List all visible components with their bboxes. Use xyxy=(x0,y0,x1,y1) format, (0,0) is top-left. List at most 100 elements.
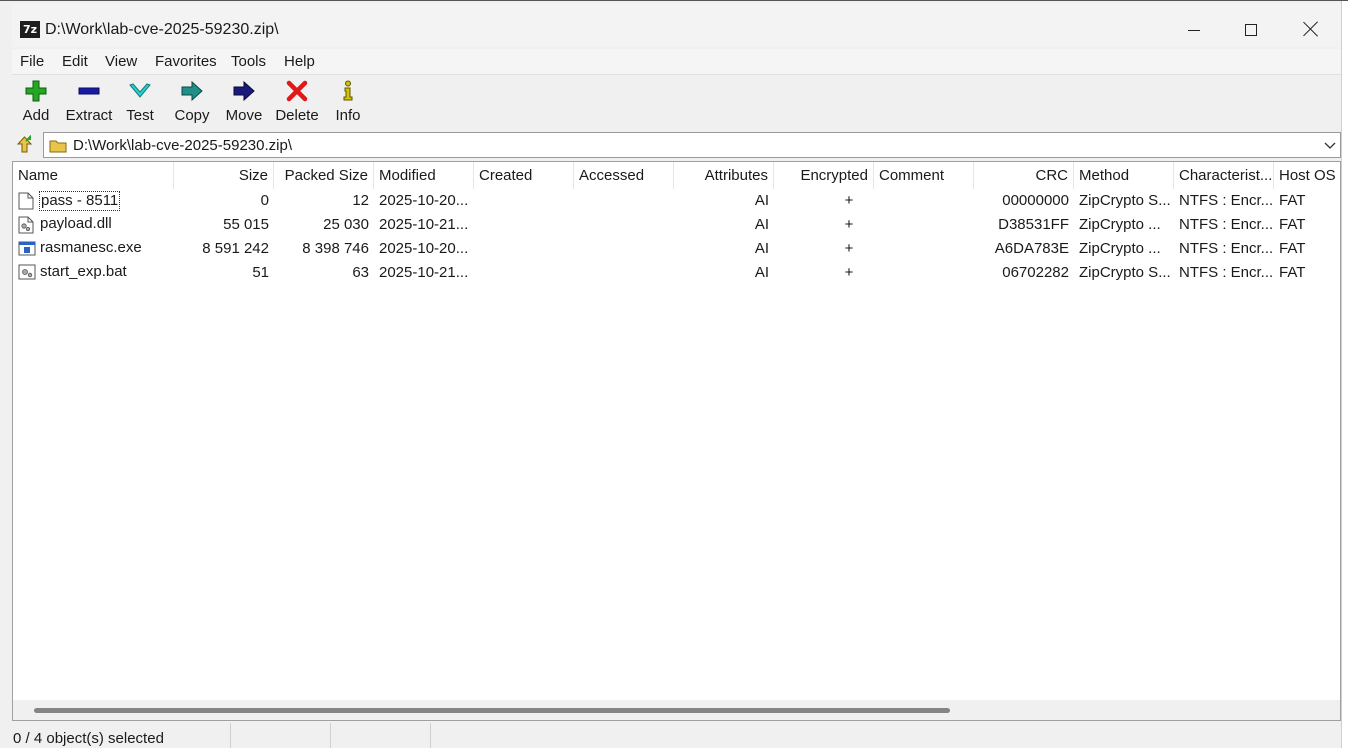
attributes-cell: AI xyxy=(754,264,769,281)
col-method[interactable]: Method xyxy=(1074,162,1174,189)
modified-cell: 2025-10-20... xyxy=(379,240,469,257)
table-row[interactable]: start_exp.bat 51 63 2025-10-21... AI + 0… xyxy=(13,261,1340,285)
chevron-down-icon[interactable] xyxy=(1323,137,1337,153)
minimize-button[interactable] xyxy=(1174,15,1214,45)
created-cell xyxy=(474,261,574,285)
horizontal-scrollbar[interactable] xyxy=(13,700,1340,720)
text-file-icon xyxy=(18,192,34,210)
info-label: Info xyxy=(335,107,361,124)
delete-button[interactable]: Delete xyxy=(272,75,322,129)
copy-button[interactable]: Copy xyxy=(171,75,213,129)
table-row[interactable]: rasmanesc.exe 8 591 242 8 398 746 2025-1… xyxy=(13,237,1340,261)
menu-favorites[interactable]: Favorites xyxy=(155,53,217,70)
7zip-app-icon: 7z xyxy=(20,21,40,38)
host-os-cell: FAT xyxy=(1279,240,1306,257)
extract-label: Extract xyxy=(65,107,113,124)
menu-help[interactable]: Help xyxy=(284,53,315,70)
col-packed-size[interactable]: Packed Size xyxy=(274,162,374,189)
test-button[interactable]: Test xyxy=(122,75,158,129)
characteristics-cell: NTFS : Encr... xyxy=(1179,192,1274,209)
col-comment[interactable]: Comment xyxy=(874,162,974,189)
file-name: payload.dll xyxy=(40,215,112,232)
delete-label: Delete xyxy=(275,107,319,124)
comment-cell xyxy=(874,213,974,237)
size-cell: 8 591 242 xyxy=(202,240,269,257)
accessed-cell xyxy=(574,213,674,237)
col-attributes[interactable]: Attributes xyxy=(674,162,774,189)
minus-icon xyxy=(78,87,100,95)
maximize-button[interactable] xyxy=(1231,15,1271,45)
path-value: D:\Work\lab-cve-2025-59230.zip\ xyxy=(73,137,292,154)
attributes-cell: AI xyxy=(754,192,769,209)
window-title: D:\Work\lab-cve-2025-59230.zip\ xyxy=(45,21,279,38)
menu-edit[interactable]: Edit xyxy=(62,53,88,70)
method-cell: ZipCrypto ... xyxy=(1079,240,1161,257)
name-cell: pass - 8511 xyxy=(13,189,174,213)
characteristics-cell: NTFS : Encr... xyxy=(1179,264,1274,281)
status-section-packed xyxy=(331,723,431,748)
up-folder-icon[interactable] xyxy=(15,135,35,155)
scrollbar-thumb[interactable] xyxy=(34,708,950,713)
accessed-cell xyxy=(574,189,674,213)
col-modified[interactable]: Modified xyxy=(374,162,474,189)
col-accessed[interactable]: Accessed xyxy=(574,162,674,189)
close-button[interactable] xyxy=(1291,15,1331,45)
toolbar: Add Extract Test Copy Move Delete Info xyxy=(12,74,1341,130)
info-button[interactable]: Info xyxy=(332,75,364,129)
modified-cell: 2025-10-21... xyxy=(379,264,469,281)
path-input[interactable]: D:\Work\lab-cve-2025-59230.zip\ xyxy=(43,132,1341,158)
col-encrypted[interactable]: Encrypted xyxy=(774,162,874,189)
file-name: start_exp.bat xyxy=(40,263,127,280)
accessed-cell xyxy=(574,237,674,261)
check-icon xyxy=(129,83,151,98)
extract-button[interactable]: Extract xyxy=(63,75,115,129)
crc-cell: 06702282 xyxy=(1002,264,1069,281)
folder-icon xyxy=(49,140,67,153)
name-cell: start_exp.bat xyxy=(13,261,174,285)
background-strip xyxy=(1341,1,1348,748)
archive-window: 7z D:\Work\lab-cve-2025-59230.zip\ File … xyxy=(0,0,1348,748)
packed-size-cell: 25 030 xyxy=(323,216,369,233)
file-name: rasmanesc.exe xyxy=(40,239,142,256)
menu-tools[interactable]: Tools xyxy=(231,53,266,70)
col-host-os[interactable]: Host OS xyxy=(1274,162,1340,189)
menu-file[interactable]: File xyxy=(20,53,44,70)
move-arrow-icon xyxy=(233,80,255,102)
packed-size-cell: 12 xyxy=(352,192,369,209)
col-size[interactable]: Size xyxy=(174,162,274,189)
test-label: Test xyxy=(126,107,154,124)
modified-cell: 2025-10-21... xyxy=(379,216,469,233)
table-row[interactable]: pass - 8511 0 12 2025-10-20... AI + 0000… xyxy=(13,189,1340,213)
info-icon xyxy=(343,80,353,101)
modified-cell: 2025-10-20... xyxy=(379,192,469,209)
status-bar: 0 / 4 object(s) selected xyxy=(12,723,1341,748)
copy-arrow-icon xyxy=(181,80,203,102)
status-text: 0 / 4 object(s) selected xyxy=(13,730,164,747)
comment-cell xyxy=(874,189,974,213)
bat-file-icon xyxy=(18,264,36,280)
menu-bar: File Edit View Favorites Tools Help xyxy=(12,49,1341,74)
title-bar[interactable]: 7z D:\Work\lab-cve-2025-59230.zip\ xyxy=(12,3,1341,47)
add-button[interactable]: Add xyxy=(16,75,56,129)
copy-label: Copy xyxy=(174,107,210,124)
file-list[interactable]: Name Size Packed Size Modified Created A… xyxy=(12,161,1341,721)
crc-cell: 00000000 xyxy=(1002,192,1069,209)
attributes-cell: AI xyxy=(754,216,769,233)
plus-icon xyxy=(25,80,47,102)
col-name[interactable]: Name xyxy=(13,162,174,189)
crc-cell: D38531FF xyxy=(998,216,1069,233)
close-icon xyxy=(1303,21,1319,37)
move-button[interactable]: Move xyxy=(223,75,265,129)
table-row[interactable]: payload.dll 55 015 25 030 2025-10-21... … xyxy=(13,213,1340,237)
host-os-cell: FAT xyxy=(1279,216,1306,233)
menu-view[interactable]: View xyxy=(105,53,137,70)
characteristics-cell: NTFS : Encr... xyxy=(1179,216,1274,233)
method-cell: ZipCrypto S... xyxy=(1079,264,1171,281)
col-characteristics[interactable]: Characterist... xyxy=(1174,162,1274,189)
col-created[interactable]: Created xyxy=(474,162,574,189)
move-label: Move xyxy=(225,107,263,124)
packed-size-cell: 63 xyxy=(352,264,369,281)
col-crc[interactable]: CRC xyxy=(974,162,1074,189)
encrypted-cell: + xyxy=(844,216,854,233)
size-cell: 55 015 xyxy=(223,216,269,233)
